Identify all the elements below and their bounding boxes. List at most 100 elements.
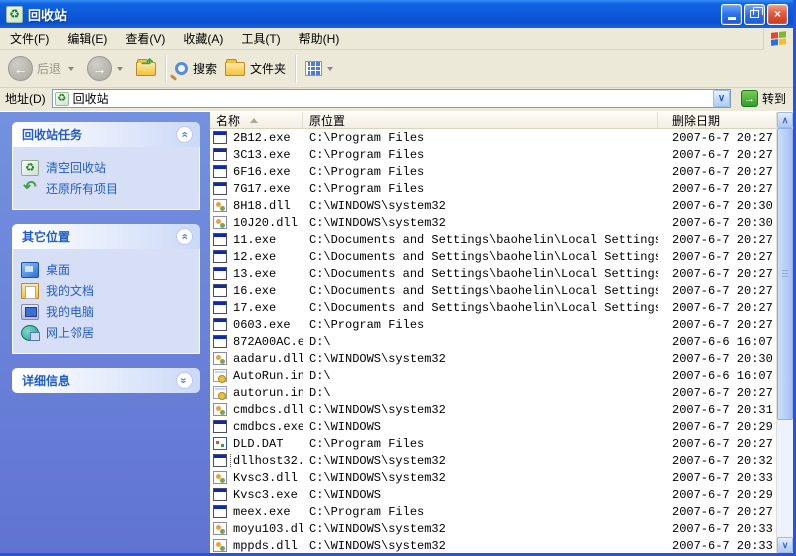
table-row[interactable]: Kvsc3.dll C:\WINDOWS\system32 2007-6-7 20:…	[210, 469, 776, 486]
sidebar-item-label: 桌面	[46, 263, 71, 277]
column-name-label: 名称	[216, 113, 241, 128]
date-deleted-cell: 2007-6-7 20:27	[672, 181, 773, 196]
back-button[interactable]: ← 后退	[4, 53, 83, 84]
table-row[interactable]: aadaru.dll C:\WINDOWS\system32 2007-6-7 20…	[210, 350, 776, 367]
panel-header-2[interactable]: 详细信息 «	[12, 368, 200, 393]
table-row[interactable]: 8H18.dll C:\WINDOWS\system32 2007-6-7 20:3…	[210, 197, 776, 214]
dll-icon	[213, 403, 227, 416]
file-name-cell: 6F16.exe	[210, 165, 303, 179]
table-row[interactable]: meex.exe C:\Program Files 2007-6-7 20:27	[210, 503, 776, 520]
table-row[interactable]: 17.exe C:\Documents and Settings\baohelin…	[210, 299, 776, 316]
table-row[interactable]: 11.exe C:\Documents and Settings\baohelin…	[210, 231, 776, 248]
dat-file-icon	[213, 437, 227, 450]
exe-window-icon	[213, 335, 227, 348]
table-row[interactable]: 12.exe C:\Documents and Settings\baohelin…	[210, 248, 776, 265]
back-label: 后退	[37, 62, 62, 76]
dll-icon	[213, 216, 227, 229]
table-row[interactable]: 10J20.dll C:\WINDOWS\system32 2007-6-7 20:…	[210, 214, 776, 231]
panel-body-1: 桌面我的文档我的电脑网上邻居	[12, 249, 200, 354]
table-row[interactable]: cmdbcs.exe C:\WINDOWS 2007-6-7 20:29	[210, 418, 776, 435]
menu-item-2[interactable]: 查看(V)	[116, 27, 174, 50]
table-row[interactable]: mppds.dll C:\WINDOWS\system32 2007-6-7 20:…	[210, 537, 776, 553]
table-row[interactable]: 0603.exe C:\Program Files 2007-6-7 20:27	[210, 316, 776, 333]
folders-button[interactable]: 文件夹	[221, 57, 290, 80]
column-header-date[interactable]: 删除日期	[658, 112, 776, 128]
file-name: 872A00AC.exe	[233, 334, 303, 349]
menu-item-4[interactable]: 工具(T)	[232, 27, 289, 50]
panel-header-1[interactable]: 其它位置 «	[12, 224, 200, 249]
table-row[interactable]: AutoRun.inf D:\ 2007-6-6 16:07	[210, 367, 776, 384]
sidebar-item[interactable]: 桌面	[21, 261, 195, 278]
scroll-up-button[interactable]: ∧	[777, 112, 793, 128]
scrollbar-thumb[interactable]	[777, 128, 793, 420]
table-row[interactable]: autorun.inf D:\ 2007-6-7 20:27	[210, 384, 776, 401]
window-title: 回收站	[28, 7, 68, 23]
column-header-name[interactable]: 名称	[210, 112, 303, 128]
forward-dropdown-icon[interactable]	[117, 66, 124, 71]
views-dropdown-icon[interactable]	[327, 66, 334, 71]
table-row[interactable]: dllhost32.exe C:\WINDOWS\system32 2007-6-7…	[210, 452, 776, 469]
sidebar-item[interactable]: ↶ 还原所有项目	[21, 179, 195, 197]
column-headers: 名称 原位置 删除日期	[210, 112, 776, 129]
file-name-cell: 13.exe	[210, 267, 303, 281]
original-location-cell: C:\WINDOWS\system32	[309, 402, 446, 417]
original-location-cell: C:\Program Files	[309, 436, 425, 451]
scroll-down-button[interactable]: ∨	[777, 537, 793, 553]
date-deleted-cell: 2007-6-7 20:33	[672, 470, 773, 485]
date-deleted-cell: 2007-6-7 20:27	[672, 147, 773, 162]
views-button[interactable]	[301, 58, 342, 79]
close-button[interactable]: ×	[767, 3, 788, 25]
address-combo[interactable]: ♻ 回收站 ∨	[51, 89, 731, 108]
table-row[interactable]: cmdbcs.dll C:\WINDOWS\system32 2007-6-7 20…	[210, 401, 776, 418]
exe-window-icon	[213, 420, 227, 433]
table-row[interactable]: Kvsc3.exe C:\WINDOWS 2007-6-7 20:29	[210, 486, 776, 503]
table-row[interactable]: 6F16.exe C:\Program Files 2007-6-7 20:27	[210, 163, 776, 180]
file-name: Kvsc3.dll	[233, 470, 298, 485]
forward-button[interactable]: →	[83, 53, 132, 84]
desktop-icon	[21, 261, 39, 278]
minimize-button[interactable]	[721, 3, 742, 25]
table-row[interactable]: DLD.DAT C:\Program Files 2007-6-7 20:27	[210, 435, 776, 452]
table-row[interactable]: 13.exe C:\Documents and Settings\baohelin…	[210, 265, 776, 282]
menu-item-5[interactable]: 帮助(H)	[290, 27, 349, 50]
sidebar-item[interactable]: 我的文档	[21, 282, 195, 299]
date-deleted-cell: 2007-6-7 20:27	[672, 266, 773, 281]
column-header-location[interactable]: 原位置	[303, 112, 658, 128]
sidebar-item[interactable]: ♻ 清空回收站	[21, 159, 195, 176]
file-name: 2B12.exe	[233, 130, 291, 145]
table-row[interactable]: 7G17.exe C:\Program Files 2007-6-7 20:27	[210, 180, 776, 197]
restore-button[interactable]	[744, 3, 765, 25]
original-location-cell: C:\WINDOWS\system32	[309, 453, 446, 468]
vertical-scrollbar[interactable]: ∧ ∨	[776, 112, 793, 553]
sidebar-item[interactable]: 网上邻居	[21, 324, 195, 341]
table-row[interactable]: 872A00AC.exe D:\ 2007-6-6 16:07	[210, 333, 776, 350]
menu-item-3[interactable]: 收藏(A)	[174, 27, 232, 50]
exe-window-icon	[213, 131, 227, 144]
file-name-cell: 12.exe	[210, 250, 303, 264]
chevron-down-icon[interactable]: «	[176, 372, 193, 389]
address-dropdown-button[interactable]: ∨	[712, 90, 730, 107]
chevron-up-icon: ∧	[781, 114, 789, 125]
go-button[interactable]: → 转到	[737, 89, 790, 108]
sidebar-item[interactable]: 我的电脑	[21, 303, 195, 320]
up-button[interactable]: ⬏	[132, 56, 160, 79]
exe-window-icon	[213, 233, 227, 246]
sidebar-panel-1: 其它位置 « 桌面 我的文档 我的电脑 网上邻居	[12, 224, 200, 354]
chevron-up-icon[interactable]: «	[176, 126, 193, 143]
scrollbar-track[interactable]	[777, 128, 793, 537]
table-row[interactable]: moyu103.dll C:\WINDOWS\system32 2007-6-7 2…	[210, 520, 776, 537]
table-row[interactable]: 2B12.exe C:\Program Files 2007-6-7 20:27	[210, 129, 776, 146]
file-name-cell: 16.exe	[210, 284, 303, 298]
table-row[interactable]: 16.exe C:\Documents and Settings\baohelin…	[210, 282, 776, 299]
exe-window-icon	[213, 454, 227, 467]
exe-window-icon	[213, 284, 227, 297]
search-button[interactable]: 搜索	[171, 57, 221, 80]
menu-item-1[interactable]: 编辑(E)	[58, 27, 116, 50]
chevron-up-icon[interactable]: «	[176, 228, 193, 245]
menu-item-0[interactable]: 文件(F)	[1, 27, 58, 50]
original-location-cell: C:\WINDOWS\system32	[309, 198, 446, 213]
table-row[interactable]: 3C13.exe C:\Program Files 2007-6-7 20:27	[210, 146, 776, 163]
panel-header-0[interactable]: 回收站任务 «	[12, 122, 200, 147]
back-dropdown-icon[interactable]	[68, 66, 75, 71]
sort-ascending-icon	[250, 117, 259, 123]
